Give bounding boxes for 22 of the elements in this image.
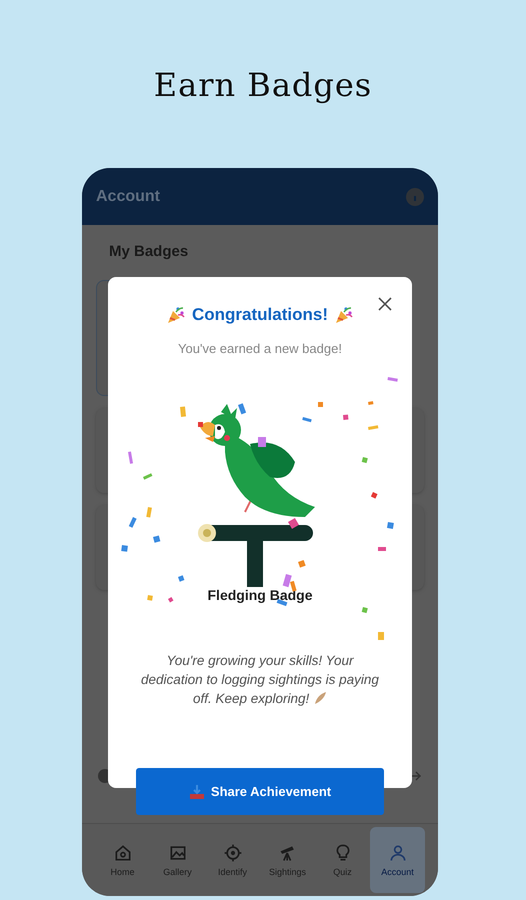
feather-icon xyxy=(313,691,328,705)
party-popper-icon xyxy=(166,305,186,325)
share-button[interactable]: Share Achievement xyxy=(136,768,384,815)
badge-message: You're growing your skills! Your dedication to logging sightings is paying off. Keep exploring! xyxy=(140,652,380,708)
nav-tab[interactable]: Home xyxy=(95,827,150,893)
home-icon xyxy=(112,843,132,863)
nav-tab[interactable]: Identify xyxy=(205,827,260,893)
target-icon xyxy=(222,843,242,863)
section-title: My Badges xyxy=(108,242,190,262)
inbox-tray-icon xyxy=(188,784,205,800)
person-icon xyxy=(388,843,408,863)
dialog-title: Congratulations! xyxy=(192,305,328,325)
badge-name: Fledging Badge xyxy=(208,587,312,603)
page-heading: Earn Badges xyxy=(152,65,374,106)
nav-tab[interactable]: Gallery xyxy=(150,827,205,893)
nav-tab[interactable]: Account xyxy=(370,827,425,893)
dialog-subtitle: You've earned a new badge! xyxy=(178,341,342,356)
nav-tab[interactable]: Sightings xyxy=(260,827,315,893)
party-popper-icon xyxy=(334,305,354,325)
nav-tab[interactable]: Quiz xyxy=(315,827,370,893)
app-bar-title: Account xyxy=(96,188,160,206)
close-icon[interactable] xyxy=(378,297,392,311)
